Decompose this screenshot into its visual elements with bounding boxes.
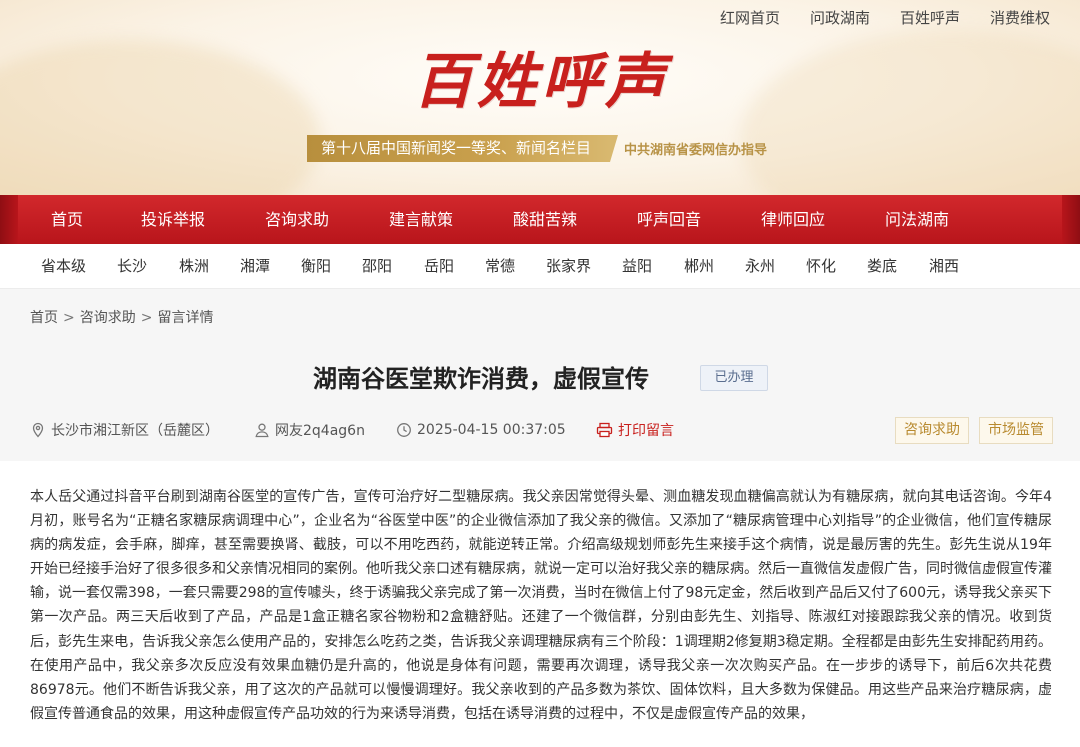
tag-market-supervision[interactable]: 市场监管 xyxy=(979,417,1053,444)
banner-decoration xyxy=(740,30,1080,195)
user-name: 网友2q4ag6n xyxy=(275,423,365,439)
nav-stories[interactable]: 酸甜苦辣 xyxy=(513,195,577,244)
breadcrumb-home[interactable]: 首页 xyxy=(30,310,58,326)
breadcrumb-current: 留言详情 xyxy=(157,310,214,326)
top-link-wenzheng[interactable]: 问政湖南 xyxy=(810,8,870,28)
top-links: 红网首页 问政湖南 百姓呼声 消费维权 xyxy=(720,8,1050,28)
print-label: 打印留言 xyxy=(618,423,674,439)
region-shaoyang[interactable]: 邵阳 xyxy=(362,244,392,289)
region-xiangxi[interactable]: 湘西 xyxy=(929,244,959,289)
nav-suggestion[interactable]: 建言献策 xyxy=(389,195,453,244)
nav-complaint[interactable]: 投诉举报 xyxy=(141,195,205,244)
user-meta: 网友2q4ag6n xyxy=(254,419,365,441)
post-datetime: 2025-04-15 00:37:05 xyxy=(417,422,566,438)
region-loudi[interactable]: 娄底 xyxy=(867,244,897,289)
region-yueyang[interactable]: 岳阳 xyxy=(424,244,454,289)
region-zhuzhou[interactable]: 株洲 xyxy=(179,244,209,289)
main-nav: 首页 投诉举报 咨询求助 建言献策 酸甜苦辣 呼声回音 律师回应 问法湖南 xyxy=(0,195,1080,244)
region-changsha[interactable]: 长沙 xyxy=(117,244,147,289)
clock-icon xyxy=(397,423,411,437)
print-button[interactable]: 打印留言 xyxy=(596,419,674,441)
printer-icon xyxy=(596,422,613,438)
top-link-baixing[interactable]: 百姓呼声 xyxy=(900,8,960,28)
breadcrumb-separator: > xyxy=(63,310,75,326)
guide-text: 中共湖南省委网信办指导 xyxy=(624,143,768,158)
article-body: 本人岳父通过抖音平台刷到湖南谷医堂的宣传广告，宣传可治疗好二型糖尿病。我父亲因常… xyxy=(30,489,1052,722)
tag-consult[interactable]: 咨询求助 xyxy=(895,417,969,444)
user-icon xyxy=(255,423,269,438)
status-badge: 已办理 xyxy=(700,365,768,391)
region-changde[interactable]: 常德 xyxy=(485,244,515,289)
region-nav: 省本级 长沙 株洲 湘潭 衡阳 邵阳 岳阳 常德 张家界 益阳 郴州 永州 怀化… xyxy=(0,244,1080,289)
award-ribbon: 第十八届中国新闻奖一等奖、新闻名栏目 xyxy=(307,135,618,162)
top-link-rednet-home[interactable]: 红网首页 xyxy=(720,8,780,28)
region-chenzhou[interactable]: 郴州 xyxy=(684,244,714,289)
breadcrumb-consult[interactable]: 咨询求助 xyxy=(80,310,136,326)
location-pin-icon xyxy=(32,422,44,438)
breadcrumb: 首页 > 咨询求助 > 留言详情 xyxy=(30,309,213,327)
region-zhangjiajie[interactable]: 张家界 xyxy=(546,244,591,289)
header-banner: 红网首页 问政湖南 百姓呼声 消费维权 百姓呼声 第十八届中国新闻奖一等奖、新闻… xyxy=(0,0,1080,195)
article-header: 首页 > 咨询求助 > 留言详情 湖南谷医堂欺诈消费，虚假宣传 已办理 长沙市湘江新区（… xyxy=(0,289,1080,461)
nav-echo[interactable]: 呼声回音 xyxy=(637,195,701,244)
region-xiangtan[interactable]: 湘潭 xyxy=(240,244,270,289)
region-huaihua[interactable]: 怀化 xyxy=(806,244,836,289)
breadcrumb-separator: > xyxy=(140,310,153,326)
time-meta: 2025-04-15 00:37:05 xyxy=(396,419,566,441)
banner-decoration xyxy=(0,40,320,195)
location-text: 长沙市湘江新区（岳麓区） xyxy=(51,423,219,439)
region-hengyang[interactable]: 衡阳 xyxy=(301,244,331,289)
nav-lawyer[interactable]: 律师回应 xyxy=(761,195,825,244)
region-yiyang[interactable]: 益阳 xyxy=(622,244,652,289)
nav-home[interactable]: 首页 xyxy=(51,195,83,244)
page-title: 湖南谷医堂欺诈消费，虚假宣传 xyxy=(313,365,649,393)
site-logo[interactable]: 百姓呼声 xyxy=(413,42,673,122)
nav-law-hunan[interactable]: 问法湖南 xyxy=(885,195,949,244)
region-yongzhou[interactable]: 永州 xyxy=(745,244,775,289)
top-link-consumer-rights[interactable]: 消费维权 xyxy=(990,8,1050,28)
region-province[interactable]: 省本级 xyxy=(41,244,86,289)
nav-consult[interactable]: 咨询求助 xyxy=(265,195,329,244)
location-meta: 长沙市湘江新区（岳麓区） xyxy=(30,419,219,441)
